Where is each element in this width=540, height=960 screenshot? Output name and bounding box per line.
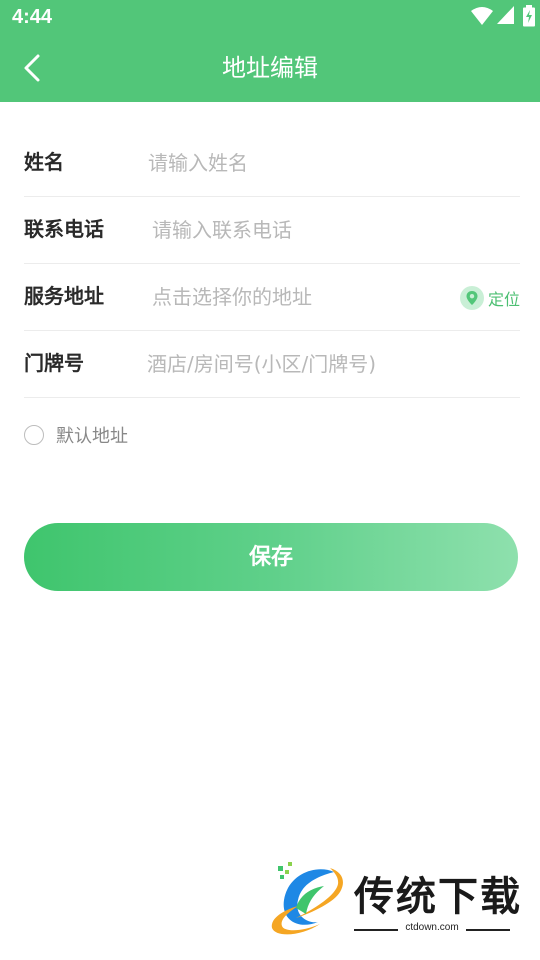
wifi-icon [471, 7, 493, 25]
address-row: 服务地址 定位 [24, 264, 520, 331]
phone-input[interactable] [150, 211, 510, 249]
status-time: 4:44 [12, 6, 53, 28]
watermark: 传统下载 ctdown.com [268, 858, 528, 948]
name-input[interactable] [146, 144, 510, 182]
locate-button[interactable]: 定位 [459, 286, 520, 310]
door-label: 门牌号 [24, 351, 84, 375]
locate-label: 定位 [487, 290, 520, 309]
page-title: 地址编辑 [222, 54, 318, 82]
default-address-option[interactable]: 默认地址 [24, 422, 128, 448]
phone-row: 联系电话 [24, 197, 520, 264]
door-number-input[interactable] [145, 345, 509, 383]
default-address-radio[interactable] [24, 425, 44, 445]
battery-icon [523, 5, 535, 27]
default-address-label: 默认地址 [56, 426, 128, 447]
watermark-name: 传统下载 [354, 874, 522, 920]
address-label: 服务地址 [24, 284, 104, 308]
location-pin-icon [459, 286, 484, 310]
address-form: 姓名 联系电话 服务地址 定位 门牌号 [24, 130, 520, 398]
name-label: 姓名 [24, 150, 64, 174]
save-button[interactable]: 保存 [24, 523, 518, 591]
cell-signal-icon [497, 6, 514, 24]
address-select-field[interactable] [150, 278, 454, 316]
name-row: 姓名 [24, 130, 520, 197]
watermark-line-right [466, 929, 510, 931]
app-header: 4:44 地址编辑 [0, 0, 540, 102]
phone-label: 联系电话 [24, 217, 104, 241]
watermark-domain: ctdown.com [405, 922, 459, 933]
ctdown-logo-icon [271, 862, 343, 935]
door-row: 门牌号 [24, 331, 520, 398]
